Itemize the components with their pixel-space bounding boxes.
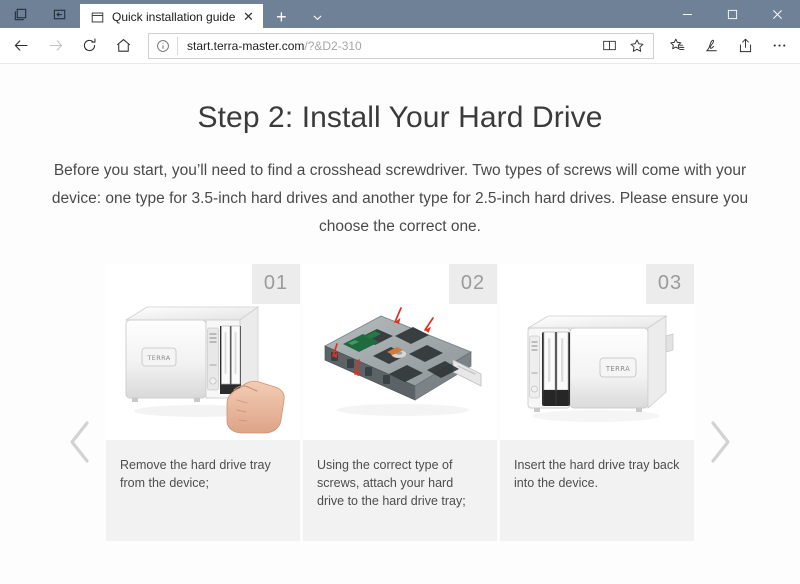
tab-quick-installation-guide[interactable]: Quick installation guide ✕ [80,4,264,30]
card-media: 02 [303,263,497,440]
card-number-badge: 02 [449,263,497,304]
share-icon[interactable] [728,31,762,61]
tab-preview-icon[interactable] [0,0,40,28]
carousel-cards: TERRA 01 Remove the hard drive tray from… [106,263,694,541]
svg-text:TERRA: TERRA [605,365,630,373]
page-intro-text: Before you start, you’ll need to find a … [51,162,749,235]
url-path: /?&D2-310 [304,38,362,53]
address-bar-url[interactable]: start.terra-master.com/?&D2-310 [178,39,595,53]
card-caption: Using the correct type of screws, attach… [317,457,466,508]
title-bar: Quick installation guide ✕ + [0,0,800,30]
url-host: start.terra-master.com [187,38,305,53]
reading-view-icon[interactable] [595,34,623,58]
address-bar-actions [595,34,653,58]
tab-close-icon[interactable]: ✕ [239,8,257,26]
tab-title: Quick installation guide [112,10,236,24]
page-icon [89,9,105,25]
card-number-badge: 01 [252,263,300,304]
refresh-icon[interactable] [72,31,106,61]
favorite-star-icon[interactable] [623,34,651,58]
carousel-card[interactable]: TERRA 03 Insert the hard drive tray back… [500,263,694,541]
set-tabs-aside-icon[interactable] [40,0,80,28]
site-info-icon[interactable] [149,34,177,58]
carousel-card[interactable]: 02 Using the correct type of screws, att… [303,263,497,541]
home-icon[interactable] [106,31,140,61]
maximize-button[interactable] [710,0,755,28]
carousel-card[interactable]: TERRA 01 Remove the hard drive tray from… [106,263,300,541]
minimize-button[interactable] [665,0,710,28]
page-viewport: Step 2: Install Your Hard Drive Before y… [0,64,800,584]
back-icon[interactable] [4,31,38,61]
favorites-hub-icon[interactable] [660,31,694,61]
card-caption: Insert the hard drive tray back into the… [514,457,680,490]
close-button[interactable] [755,0,800,28]
card-media: TERRA 03 [500,263,694,440]
card-media: TERRA 01 [106,263,300,440]
steps-carousel: TERRA 01 Remove the hard drive tray from… [0,262,800,542]
card-number-badge: 03 [646,263,694,304]
navigation-toolbar: start.terra-master.com/?&D2-310 [0,28,800,64]
web-notes-icon[interactable] [694,31,728,61]
card-caption: Remove the hard drive tray from the devi… [120,457,271,490]
browser-window: Quick installation guide ✕ + start.terra… [0,0,800,584]
window-controls [665,0,800,28]
carousel-prev-icon[interactable] [56,417,106,467]
address-bar[interactable]: start.terra-master.com/?&D2-310 [148,32,654,59]
carousel-next-icon[interactable] [694,417,744,467]
settings-more-icon[interactable] [762,31,796,61]
svg-text:TERRA: TERRA [146,354,170,362]
page-title: Step 2: Install Your Hard Drive [197,101,603,134]
new-tab-button[interactable]: + [263,4,299,30]
chevron-down-icon[interactable] [299,4,335,30]
forward-icon[interactable] [38,31,72,61]
